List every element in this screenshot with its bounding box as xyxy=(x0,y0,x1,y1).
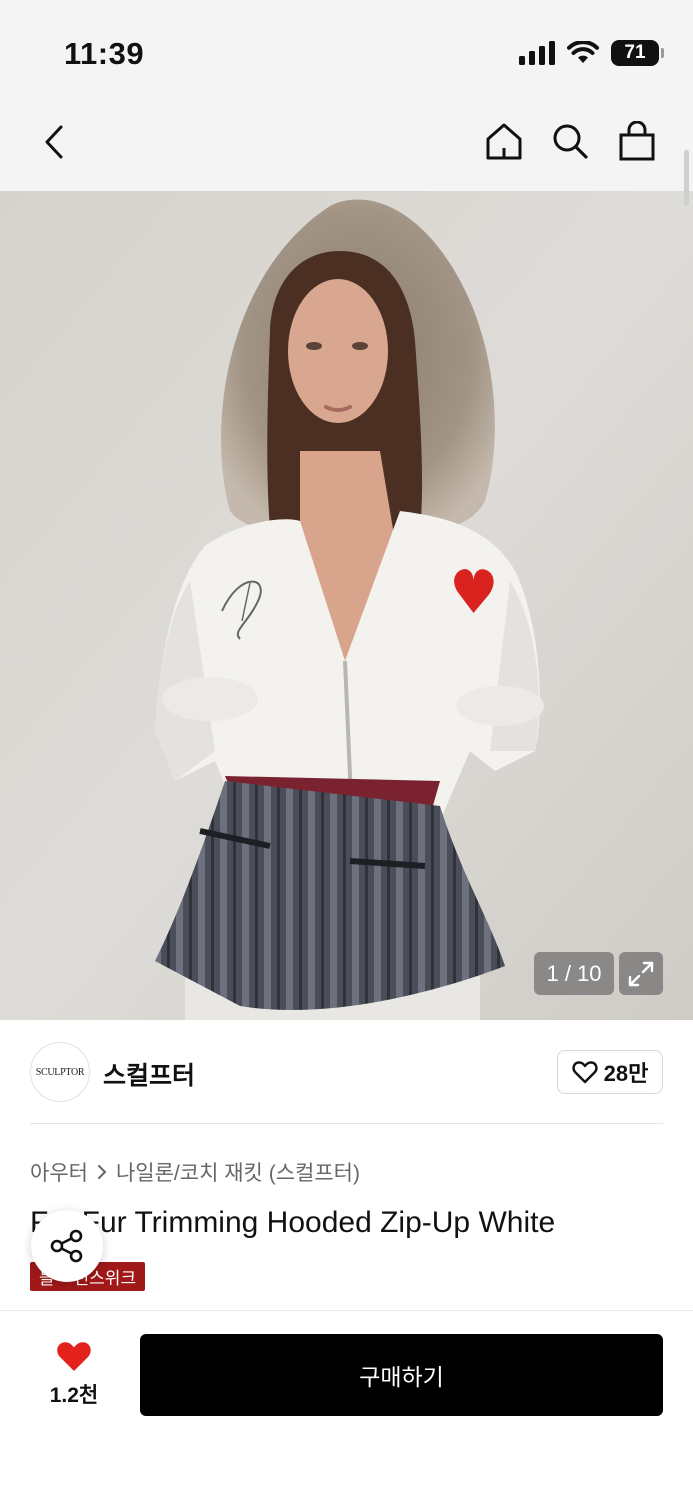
scrollbar[interactable] xyxy=(684,150,689,206)
status-icons: 71 xyxy=(519,40,664,66)
buy-button[interactable]: 구매하기 xyxy=(140,1334,663,1416)
brand-row[interactable]: SCULPTOR 스컬프터 28만 xyxy=(30,1040,663,1104)
chevron-right-icon xyxy=(97,1165,107,1179)
nav-header xyxy=(0,100,693,191)
product-image[interactable] xyxy=(0,191,693,1020)
breadcrumb-category[interactable]: 아우터 xyxy=(30,1157,88,1187)
home-icon xyxy=(486,123,522,160)
share-button[interactable] xyxy=(31,1210,103,1282)
wishlist-count: 1.2천 xyxy=(49,1384,99,1407)
status-time: 11:39 xyxy=(64,36,145,71)
heart-filled-icon xyxy=(57,1342,91,1371)
breadcrumb: 아우터 나일론/코치 재킷 (스컬프터) xyxy=(30,1157,360,1187)
brand-like-count: 28만 xyxy=(603,1061,649,1086)
brand-logo[interactable]: SCULPTOR xyxy=(30,1042,90,1102)
brand-logo-text: SCULPTOR xyxy=(35,1066,85,1078)
search-icon xyxy=(553,124,588,159)
battery-level: 71 xyxy=(624,42,646,63)
image-counter: 1 / 10 xyxy=(534,952,614,995)
wishlist-button[interactable]: 1.2천 xyxy=(34,1339,114,1409)
brand-like-button[interactable]: 28만 xyxy=(557,1050,663,1094)
back-button[interactable] xyxy=(32,120,76,164)
shopping-bag-icon xyxy=(619,121,655,161)
signal-icon xyxy=(519,41,555,65)
wifi-icon xyxy=(567,41,599,63)
back-chevron-icon xyxy=(45,125,63,159)
status-bar: 11:39 71 xyxy=(0,0,693,100)
expand-button[interactable] xyxy=(619,952,663,995)
divider xyxy=(30,1123,663,1124)
expand-icon xyxy=(628,961,654,986)
product-title: F Fur Trimming Hooded Zip-Up White xyxy=(30,1206,556,1239)
battery-icon: 71 xyxy=(611,40,664,66)
heart-outline-icon xyxy=(572,1061,598,1084)
bottom-action-bar: 1.2천 구매하기 xyxy=(0,1310,693,1500)
share-icon xyxy=(50,1229,83,1263)
product-photo xyxy=(0,191,693,1020)
search-button[interactable] xyxy=(548,118,592,164)
breadcrumb-subcategory[interactable]: 나일론/코치 재킷 (스컬프터) xyxy=(116,1157,360,1187)
home-button[interactable] xyxy=(482,118,526,164)
brand-name[interactable]: 스컬프터 xyxy=(103,1056,195,1092)
cart-button[interactable] xyxy=(615,118,659,164)
